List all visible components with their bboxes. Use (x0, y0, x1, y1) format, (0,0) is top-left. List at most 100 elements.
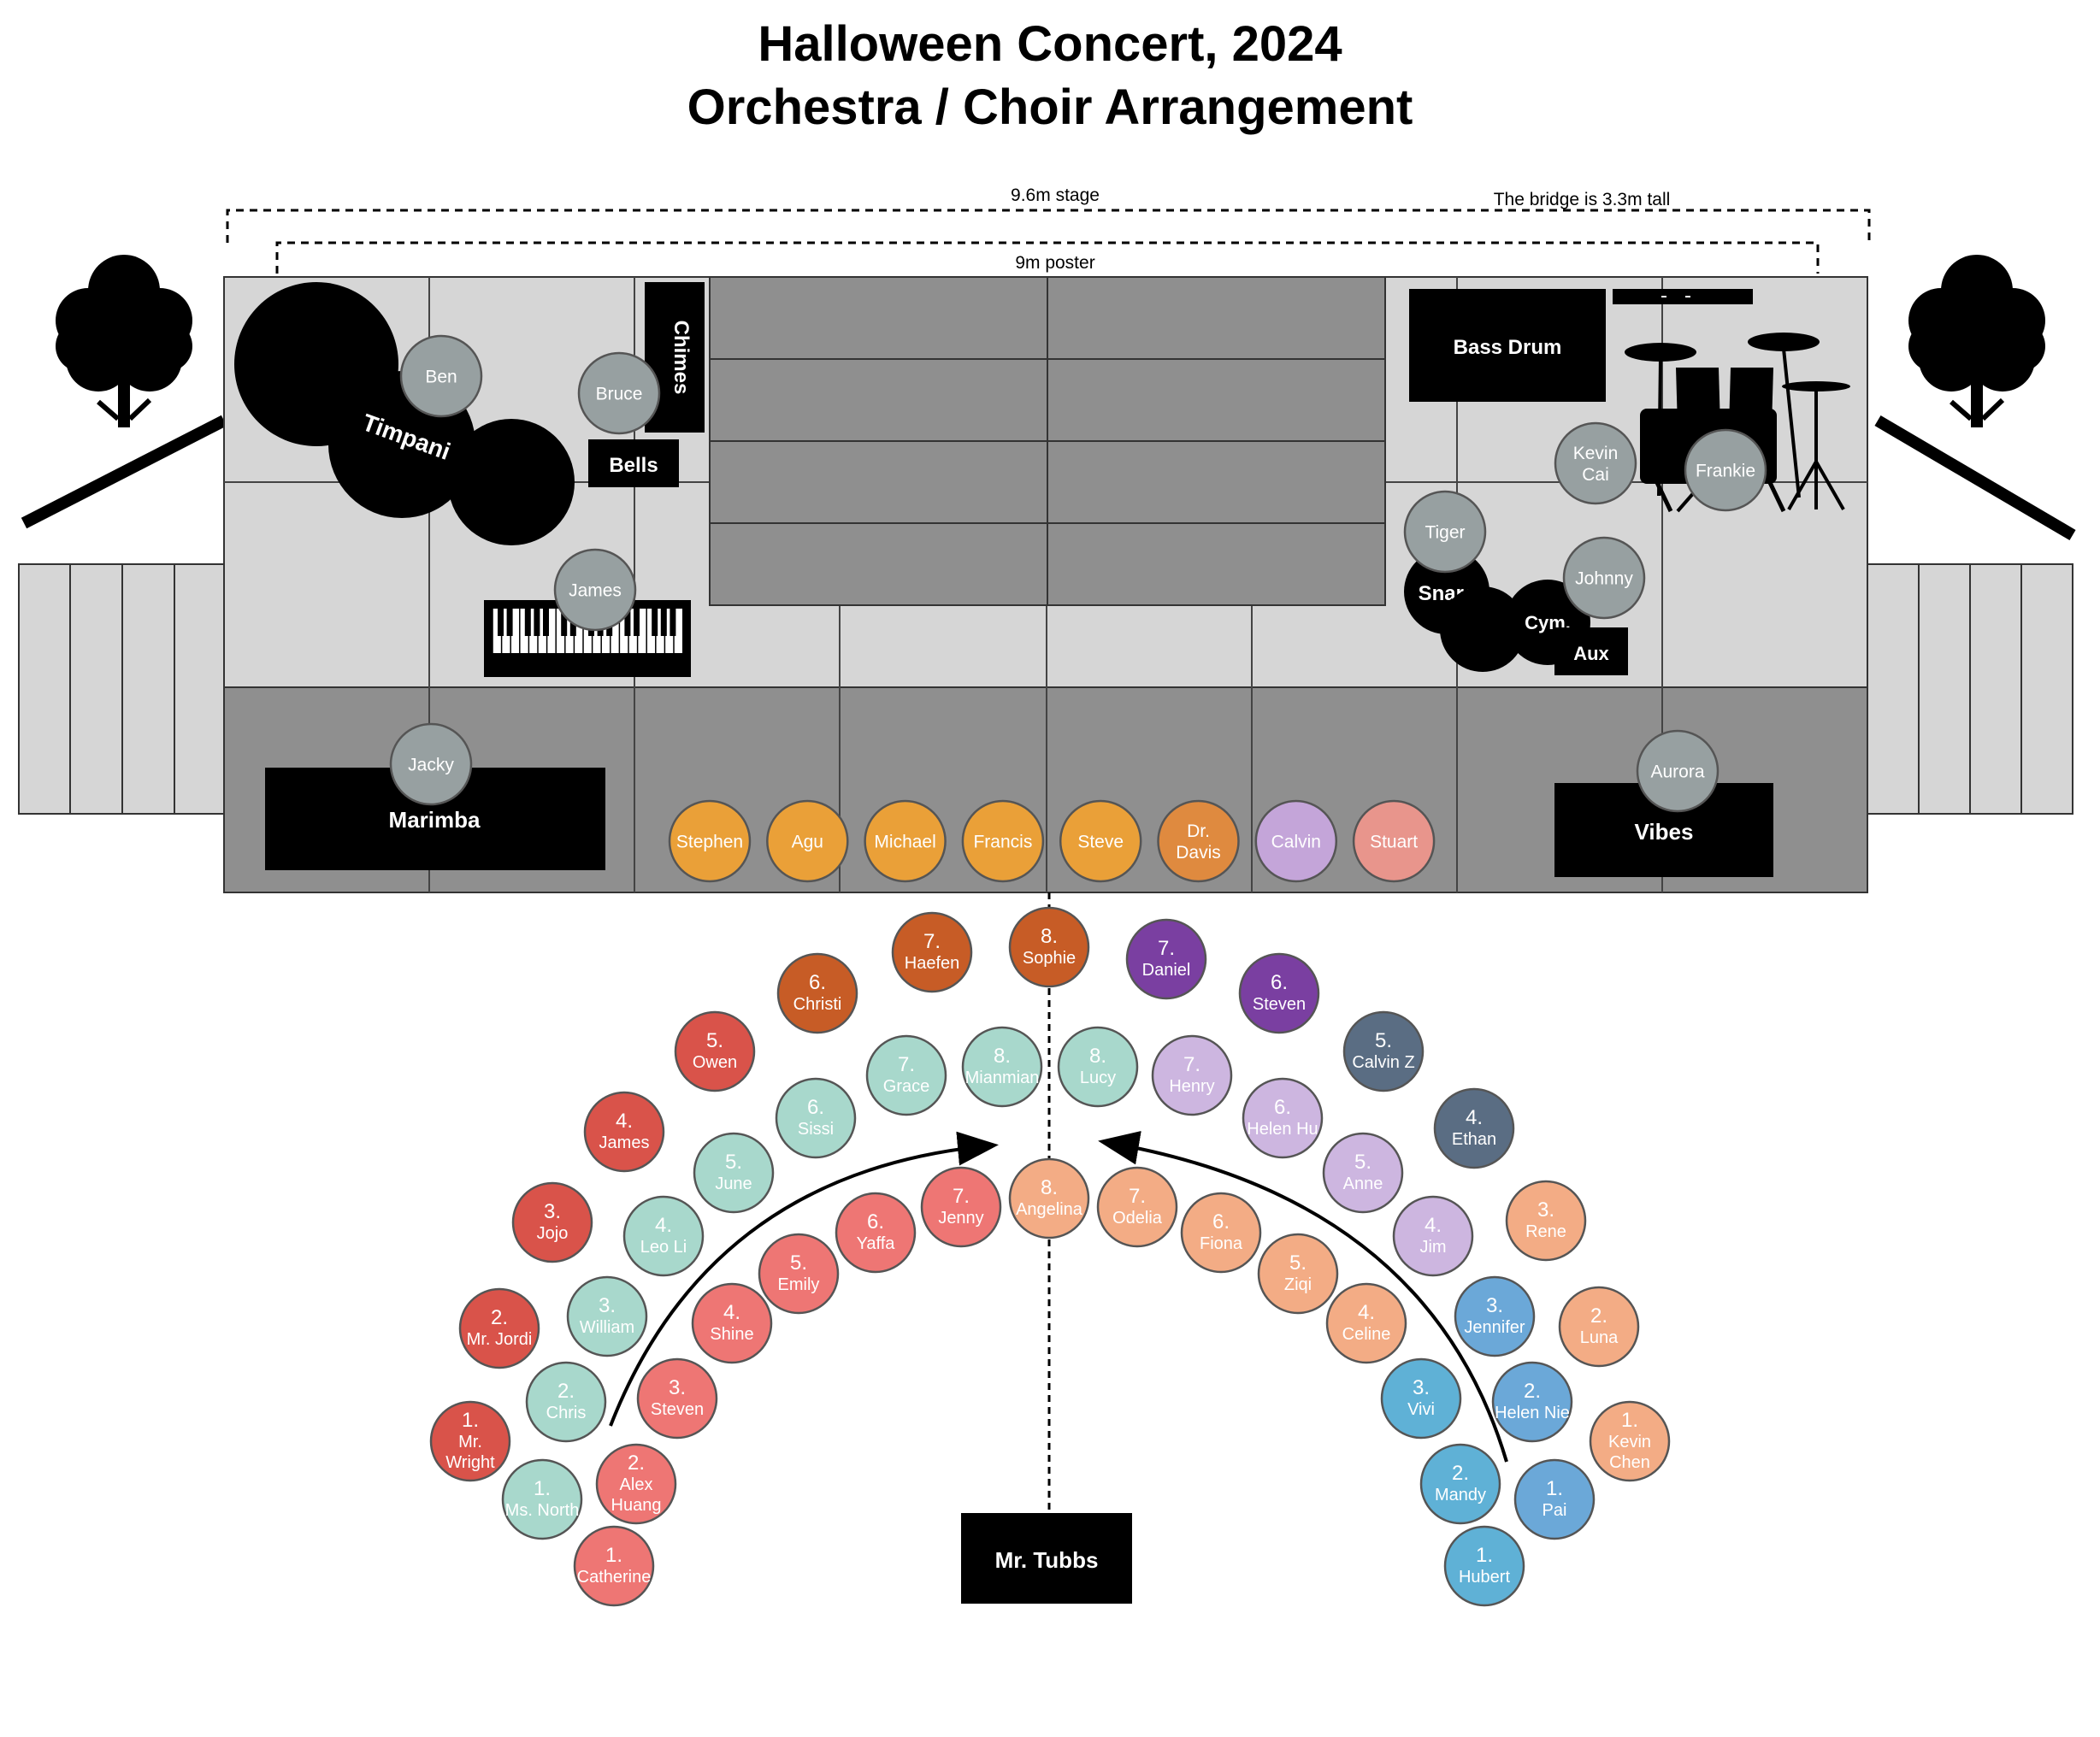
choir-singer-haefen: 7.Haefen (891, 911, 973, 993)
choir-singer-yaffa: 6.Yaffa (835, 1192, 917, 1274)
choir-singer-name: Pai (1543, 1501, 1567, 1520)
choir-singer-steven: 6.Steven (1238, 952, 1320, 1034)
choir-singer-name: Henry (1169, 1077, 1214, 1096)
choir-position-number: 3. (1413, 1376, 1430, 1399)
choir-singer-celine: 4.Celine (1325, 1282, 1407, 1364)
choir-singer-odelia: 7.Odelia (1096, 1166, 1178, 1248)
choir-position-number: 3. (544, 1200, 561, 1223)
front-row-stuart: Stuart (1352, 799, 1436, 883)
percussionist-kevin-cai: Kevin Cai (1554, 421, 1637, 505)
choir-position-number: 8. (994, 1045, 1011, 1068)
choir-singer-jojo: 3.Jojo (511, 1181, 593, 1263)
choir-singer-name: Alex (620, 1475, 653, 1494)
choir-singer-mandy: 2.Mandy (1419, 1443, 1501, 1525)
choir-singer-name: Odelia (1112, 1209, 1163, 1228)
percussionist-frankie: Frankie (1684, 428, 1767, 512)
choir-singer-owen: 5.Owen (674, 1010, 756, 1092)
percussionist-jacky-label: Jacky (408, 756, 454, 775)
stage-width-label: 9.6m stage (1011, 185, 1100, 205)
choir-singer-name: Daniel (1142, 961, 1191, 980)
choir-singer-name: Catherine (577, 1568, 652, 1587)
choir-singer-james: 4.James (583, 1091, 665, 1173)
choir-singer-name: Leo Li (640, 1238, 687, 1257)
choir-singer-kevin-chen: 1.Kevin Chen (1589, 1400, 1671, 1482)
percussionist-aurora-label: Aurora (1650, 763, 1704, 782)
choir-singer-name: Vivi (1407, 1400, 1435, 1419)
choir-singer-name: Steven (1253, 995, 1306, 1014)
choir-position-number: 8. (1041, 925, 1058, 948)
front-row-calvin-label: Calvin (1271, 833, 1321, 852)
choir-singer-name: Jojo (537, 1224, 569, 1243)
choir-singer-mr-jordi: 2.Mr. Jordi (458, 1287, 540, 1369)
choir-singer-william: 3.William (566, 1275, 648, 1357)
choir-singer-helen-nie: 2.Helen Nie (1491, 1361, 1573, 1443)
choir-singer-name: William (580, 1318, 634, 1337)
choir-singer-name: Huang (611, 1496, 662, 1515)
choir-position-number: 2. (1590, 1304, 1607, 1328)
seating-diagram: 9.6m stage The bridge is 3.3m tall 9m po… (18, 185, 2076, 1607)
right-tree-icon (1908, 255, 2045, 427)
choir-position-number: 6. (1271, 971, 1288, 994)
choir-singer-name: Mianmian (965, 1069, 1040, 1087)
choir-singer-name: Anne (1343, 1175, 1383, 1193)
choir-position-number: 7. (923, 930, 941, 953)
choir-singer-chris: 2.Chris (525, 1361, 607, 1443)
choir-singer-calvin-z: 5.Calvin Z (1342, 1010, 1425, 1092)
front-row-dr-davis-label: Davis (1176, 843, 1221, 863)
front-row-steve-label: Steve (1077, 833, 1124, 852)
chimes-label: Chimes (670, 321, 693, 395)
choir-singer-vivi: 3.Vivi (1380, 1357, 1462, 1440)
bells: Bells (588, 439, 679, 487)
percussionist-ben: Ben (399, 334, 483, 418)
choir-singer-hubert: 1.Hubert (1443, 1525, 1525, 1607)
choir-singer-grace: 7.Grace (865, 1034, 947, 1116)
percussionist-frankie-label: Frankie (1696, 462, 1755, 481)
choir-singer-name: Owen (693, 1053, 737, 1072)
choir-singer-anne: 5.Anne (1322, 1132, 1404, 1214)
choir-position-number: 4. (723, 1301, 740, 1324)
choir-singer-name: Chris (546, 1404, 587, 1422)
choir-singer-name: Emily (778, 1275, 820, 1294)
marimba-label: Marimba (389, 807, 481, 833)
choir-position-number: 5. (706, 1029, 723, 1052)
percussionist-bruce: Bruce (577, 351, 661, 435)
bass-drum: Bass Drum (1409, 289, 1606, 402)
choir-position-number: 6. (809, 971, 826, 994)
choir-position-number: 2. (1452, 1462, 1469, 1485)
left-tree-icon (56, 255, 192, 427)
right-side-platform (1867, 563, 2073, 815)
bridge-height-label: The bridge is 3.3m tall (1494, 190, 1671, 209)
choir-singer-rene: 3.Rene (1505, 1180, 1587, 1262)
choir-position-number: 5. (725, 1151, 742, 1174)
front-row-michael-label: Michael (874, 833, 935, 852)
choir-singer-name: Sophie (1023, 949, 1076, 968)
choir-singer-name: Fiona (1200, 1234, 1243, 1253)
choir-singer-ziqi: 5.Ziqi (1257, 1233, 1339, 1315)
stage-dimension-line (226, 209, 1871, 243)
choir-singer-name: Kevin (1608, 1433, 1651, 1451)
choir-position-number: 1. (1546, 1477, 1563, 1500)
choir-position-number: 6. (867, 1210, 884, 1234)
vibes-label: Vibes (1635, 819, 1694, 845)
choir-singer-name: Yaffa (857, 1234, 896, 1253)
choir-singer-name: Mr. (458, 1433, 482, 1451)
choir-position-number: 7. (1183, 1053, 1200, 1076)
right-ramp (1874, 415, 2076, 541)
choir-singer-emily: 5.Emily (758, 1233, 840, 1315)
drum-kit-bar (1613, 289, 1753, 304)
choir-position-number: 3. (1486, 1294, 1503, 1317)
front-row-steve: Steve (1059, 799, 1142, 883)
choir-position-number: 1. (534, 1477, 551, 1500)
choir-position-number: 6. (1274, 1096, 1291, 1119)
choir-position-number: 1. (605, 1544, 622, 1567)
choir-singer-shine: 4.Shine (691, 1282, 773, 1364)
choir-position-number: 5. (790, 1251, 807, 1275)
choir-singer-name: Grace (883, 1077, 929, 1096)
bass-drum-label: Bass Drum (1454, 336, 1562, 359)
choir-position-number: 1. (1476, 1544, 1493, 1567)
choir-singer-name: Ethan (1452, 1130, 1496, 1149)
choir-singer-name: Haefen (905, 954, 960, 973)
choir-singer-lucy: 8.Lucy (1057, 1026, 1139, 1108)
percussionist-bruce-label: Bruce (596, 385, 643, 404)
choir-position-number: 2. (491, 1306, 508, 1329)
